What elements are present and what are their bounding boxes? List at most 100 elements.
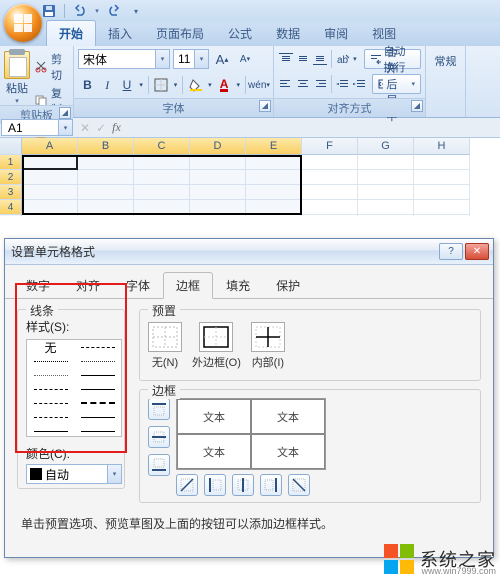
phonetic-button[interactable]: wén▾ [249,75,269,95]
col-header[interactable]: E [246,138,302,155]
row-header[interactable]: 3 [0,185,22,200]
col-header[interactable]: C [134,138,190,155]
style-none[interactable]: 无 [27,340,74,354]
row-header[interactable]: 5 [0,215,22,216]
select-all-corner[interactable] [0,138,22,155]
col-header[interactable]: D [190,138,246,155]
col-header[interactable]: G [358,138,414,155]
row-header[interactable]: 1 [0,155,22,170]
line-color-combo[interactable]: 自动▾ [26,464,122,484]
italic-button[interactable]: I [98,75,117,95]
border-vmid-button[interactable] [232,474,254,496]
font-color-button[interactable]: A [215,75,234,95]
font-dialog-launcher[interactable]: ◢ [259,100,271,112]
tab-border[interactable]: 边框 [163,272,213,299]
align-right-button[interactable] [312,74,328,94]
border-preview[interactable]: 文本 文本 文本 文本 [176,398,326,470]
font-name-combo[interactable]: 宋体▾ [78,49,170,69]
chevron-down-icon[interactable]: ▾ [58,120,72,135]
col-header[interactable]: H [414,138,470,155]
style-opt[interactable] [27,382,74,396]
tab-font[interactable]: 字体 [113,272,163,299]
cells-area[interactable] [22,155,500,216]
alignment-dialog-launcher[interactable]: ◢ [411,100,423,112]
style-opt[interactable] [74,340,121,354]
indent-increase-button[interactable] [351,74,367,94]
col-header[interactable]: A [22,138,78,155]
insert-function-button[interactable]: fx [112,120,121,135]
merge-center-button[interactable]: 合并后居中▾ [372,74,421,94]
paste-dropdown-icon[interactable]: ▾ [15,97,19,105]
style-opt[interactable] [74,382,121,396]
tab-data[interactable]: 数据 [264,21,312,46]
style-opt[interactable] [74,410,121,424]
orientation-dropdown[interactable]: ▾ [352,49,358,69]
bold-button[interactable]: B [78,75,97,95]
shrink-font-button[interactable]: A▾ [235,49,255,69]
align-top-button[interactable] [278,49,294,69]
border-hmid-button[interactable] [148,426,170,448]
chevron-down-icon[interactable]: ▾ [194,50,208,68]
cell[interactable] [22,155,78,170]
row-header[interactable]: 4 [0,200,22,215]
undo-dropdown-icon[interactable]: ▾ [93,2,101,20]
style-opt[interactable] [27,424,74,438]
tab-pagelayout[interactable]: 页面布局 [144,21,216,46]
save-icon[interactable] [40,2,58,20]
border-diag-down-button[interactable] [288,474,310,496]
col-header[interactable]: F [302,138,358,155]
border-diag-up-button[interactable] [176,474,198,496]
style-opt[interactable] [74,424,121,438]
preset-outline[interactable]: 外边框(O) [192,322,241,370]
dialog-titlebar[interactable]: 设置单元格格式 ? ✕ [5,239,493,265]
style-opt[interactable] [27,410,74,424]
cut-button[interactable]: 剪切 [34,51,69,83]
style-opt[interactable] [27,368,74,382]
office-button[interactable] [4,4,42,42]
name-box[interactable]: A1▾ [1,119,73,136]
orientation-button[interactable]: ab [335,49,351,69]
fill-color-dropdown[interactable]: ▾ [206,75,214,95]
border-top-button[interactable] [148,398,170,420]
chevron-down-icon[interactable]: ▾ [107,465,121,483]
indent-decrease-button[interactable] [334,74,350,94]
border-bottom-button[interactable] [148,454,170,476]
tab-home[interactable]: 开始 [46,20,96,46]
col-header[interactable]: B [78,138,134,155]
cancel-entry-icon[interactable]: ✕ [80,121,90,135]
redo-icon[interactable] [105,2,123,20]
underline-button[interactable]: U [118,75,137,95]
tab-insert[interactable]: 插入 [96,21,144,46]
tab-formulas[interactable]: 公式 [216,21,264,46]
tab-alignment[interactable]: 对齐 [63,272,113,299]
font-color-dropdown[interactable]: ▾ [234,75,242,95]
align-center-button[interactable] [295,74,311,94]
style-opt[interactable] [27,396,74,410]
grow-font-button[interactable]: A▴ [212,49,232,69]
enter-entry-icon[interactable]: ✓ [96,121,106,135]
chevron-down-icon[interactable]: ▾ [155,50,169,68]
border-right-button[interactable] [260,474,282,496]
fill-color-button[interactable] [186,75,205,95]
align-left-button[interactable] [278,74,294,94]
tab-number[interactable]: 数字 [13,272,63,299]
paste-button[interactable]: 粘贴 ▾ [4,49,30,105]
help-button[interactable]: ? [439,243,463,260]
align-middle-button[interactable] [295,49,311,69]
style-opt[interactable] [74,368,121,382]
font-size-combo[interactable]: 11▾ [173,49,209,69]
tab-protection[interactable]: 保护 [263,272,313,299]
preset-inside[interactable]: 内部(I) [251,322,285,370]
border-dropdown[interactable]: ▾ [172,75,180,95]
row-header[interactable]: 2 [0,170,22,185]
chevron-down-icon[interactable]: ▾ [411,80,415,88]
line-style-list[interactable]: 无 [26,339,122,437]
preset-none[interactable]: 无(N) [148,322,182,370]
tab-fill[interactable]: 填充 [213,272,263,299]
spreadsheet-grid[interactable]: 1 2 3 4 5 A B C D E F G H [0,138,500,216]
qat-customize-icon[interactable]: ▾ [127,2,145,20]
align-bottom-button[interactable] [312,49,328,69]
tab-review[interactable]: 审阅 [312,21,360,46]
style-opt[interactable] [74,354,121,368]
border-left-button[interactable] [204,474,226,496]
